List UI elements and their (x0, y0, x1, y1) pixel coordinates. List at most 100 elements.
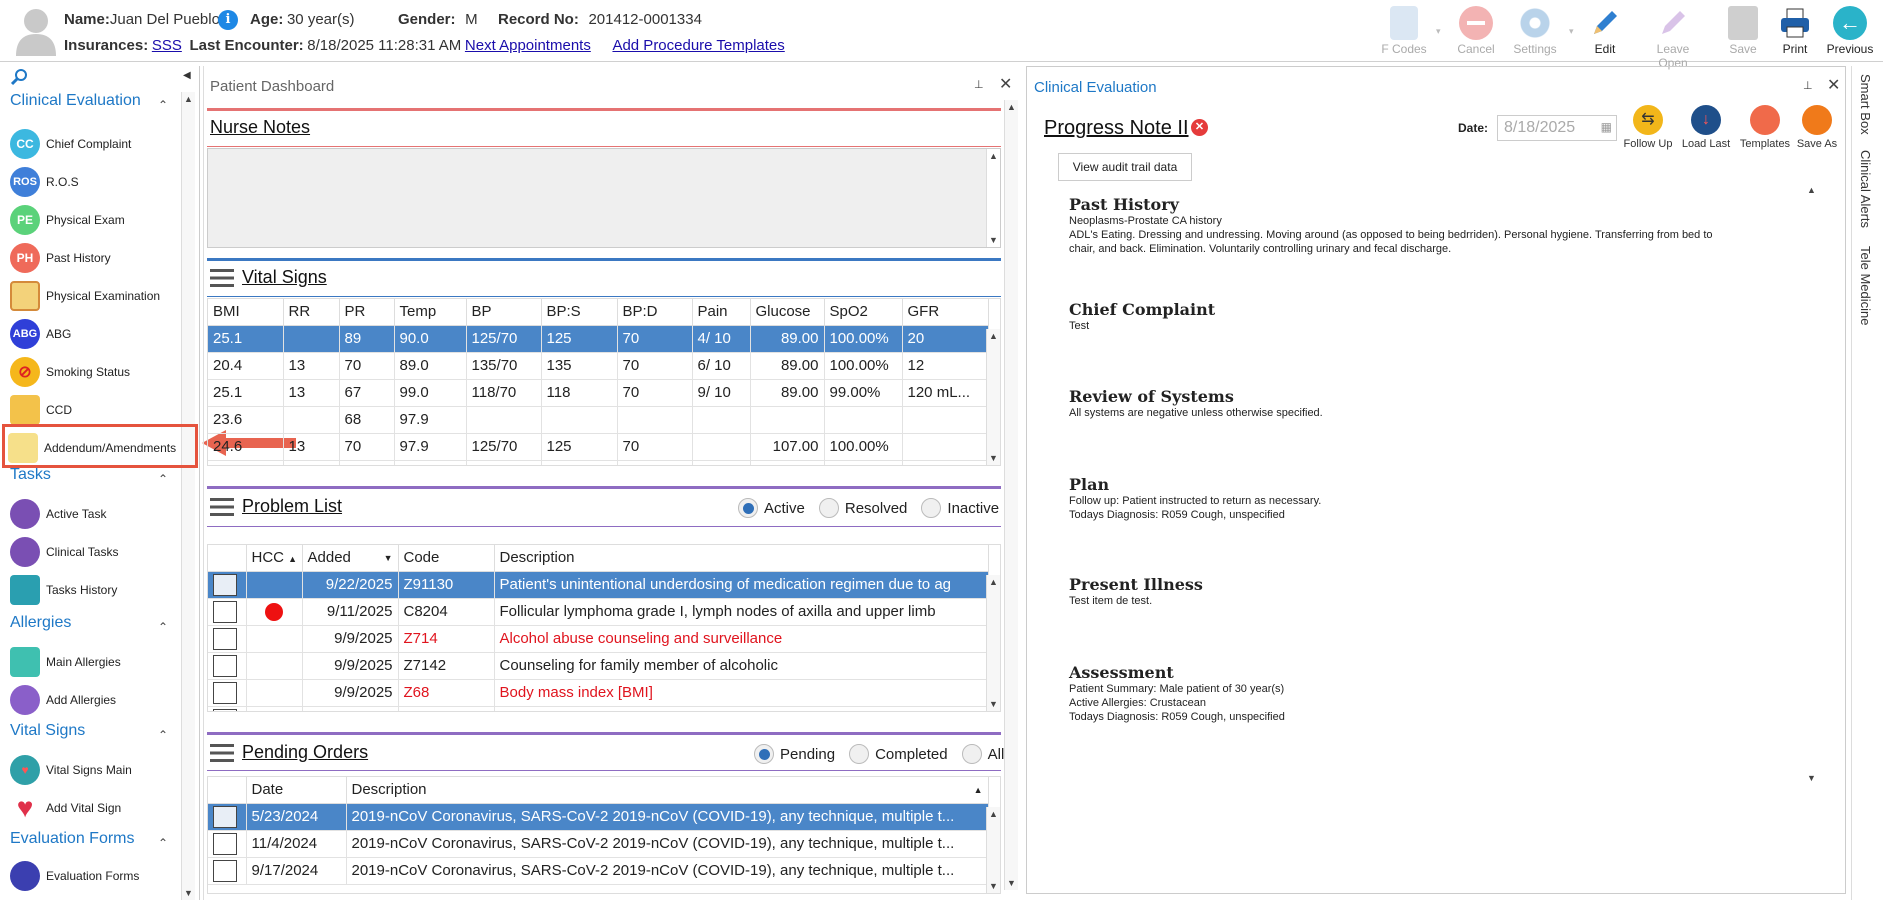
load-last-button[interactable]: ↓ Load Last (1675, 105, 1737, 150)
section-tasks[interactable]: Tasks (10, 466, 51, 484)
table-row[interactable]: 9/9/2025 Z714 Alcohol abuse counseling and… (208, 625, 989, 653)
section-vital-signs[interactable]: Vital Signs (10, 722, 85, 740)
col-date[interactable]: Date (246, 777, 347, 804)
chevron-up-icon[interactable]: ⌃ (158, 836, 168, 850)
col-bp-s[interactable]: BP:S (541, 299, 618, 326)
sidebar-item-clinical-tasks[interactable]: Clinical Tasks (10, 534, 190, 570)
collapse-sidebar-icon[interactable]: ◀ (183, 70, 191, 81)
vitals-scrollbar[interactable]: ▲ ▼ (986, 329, 1000, 465)
col-description[interactable]: Description (494, 545, 989, 572)
table-row[interactable]: 25.1 13 67 99.0 118/70 118 70 9/ 10 89.00 99.00% 1… (208, 379, 989, 407)
row-checkbox[interactable] (208, 803, 247, 831)
tab-smart-box[interactable]: Smart Box (1858, 74, 1873, 135)
remove-note-icon[interactable]: ✕ (1191, 119, 1208, 136)
add-procedure-templates-link[interactable]: Add Procedure Templates (612, 37, 784, 54)
save-as-button[interactable]: Save As (1789, 105, 1845, 150)
checkbox[interactable] (213, 573, 237, 596)
radio-pending[interactable] (754, 744, 774, 764)
checkbox[interactable] (213, 832, 237, 855)
col-code[interactable]: Code (398, 545, 495, 572)
sidebar-item-smoking-status[interactable]: ⊘ Smoking Status (10, 354, 190, 390)
calendar-icon[interactable]: ▦ (1601, 120, 1612, 134)
sidebar-item-ros[interactable]: ROS R.O.S (10, 164, 190, 200)
checkbox[interactable] (213, 859, 237, 882)
insurance-link[interactable]: SSS (152, 37, 182, 54)
table-row[interactable]: 9/17/2024 2019-nCoV Coronavirus, SARS-CoV… (208, 857, 989, 885)
sidebar-item-physical-examination[interactable]: Physical Examination (10, 278, 190, 314)
col-bp[interactable]: BP (466, 299, 542, 326)
col-select[interactable] (208, 777, 247, 804)
radio-resolved[interactable] (818, 498, 839, 518)
col-glucose[interactable]: Glucose (750, 299, 825, 326)
menu-icon[interactable] (210, 498, 234, 517)
chevron-up-icon[interactable]: ⌃ (158, 98, 168, 112)
col-spo2[interactable]: SpO2 (824, 299, 903, 326)
close-icon[interactable]: ✕ (999, 74, 1012, 94)
table-row[interactable]: 9/9/2025 Z68 Body mass index [BMI] (208, 679, 989, 707)
table-row[interactable]: 25.1 89 90.0 125/70 125 70 4/ 10 89.00 100.00% 20 (208, 325, 989, 353)
sidebar-item-ccd[interactable]: CCD (10, 392, 190, 428)
menu-icon[interactable] (210, 269, 234, 288)
row-checkbox[interactable] (208, 652, 247, 680)
table-row[interactable]: 23.6 68 97.9 (208, 406, 989, 434)
sidebar-item-main-allergies[interactable]: Main Allergies (10, 644, 190, 680)
section-allergies[interactable]: Allergies (10, 614, 71, 632)
checkbox[interactable] (213, 654, 237, 677)
chevron-up-icon[interactable]: ⌃ (158, 472, 168, 486)
close-icon[interactable]: ✕ (1827, 75, 1840, 95)
col-bmi[interactable]: BMI (208, 299, 284, 326)
problem-scrollbar[interactable]: ▲ ▼ (986, 575, 1000, 711)
date-field[interactable]: 8/18/2025 ▦ (1497, 115, 1617, 141)
search-icon[interactable] (10, 68, 28, 86)
note-scroll-down-icon[interactable]: ▼ (1807, 773, 1816, 783)
radio-all[interactable] (961, 744, 982, 764)
col-description[interactable]: Description ▲ (346, 777, 989, 804)
sidebar-item-add-allergies[interactable]: Add Allergies (10, 682, 190, 718)
table-row[interactable]: 9/22/2025 Z91130 Patient's unintentional u… (208, 571, 989, 599)
table-row[interactable]: 9/11/2025 C8204 Follicular lymphoma grade … (208, 598, 989, 626)
row-checkbox[interactable] (208, 625, 247, 653)
orders-scrollbar[interactable]: ▲ ▼ (986, 807, 1000, 893)
tab-clinical-alerts[interactable]: Clinical Alerts (1858, 150, 1873, 228)
row-checkbox[interactable] (208, 571, 247, 599)
follow-up-button[interactable]: ⇆ Follow Up (1617, 105, 1679, 150)
col-pr[interactable]: PR (339, 299, 395, 326)
col-gfr[interactable]: GFR (902, 299, 989, 326)
table-row[interactable]: 9/9/2025 Z7142 Counseling for family membe… (208, 652, 989, 680)
section-evaluation-forms[interactable]: Evaluation Forms (10, 830, 135, 848)
edit-button[interactable]: Edit (1575, 4, 1635, 58)
tab-tele-medicine[interactable]: Tele Medicine (1858, 246, 1873, 326)
checkbox[interactable] (213, 805, 237, 828)
sidebar-item-active-task[interactable]: Active Task (10, 496, 190, 532)
col-hcc[interactable]: HCC ▲ (246, 545, 303, 572)
sidebar-item-evaluation-forms[interactable]: Evaluation Forms (10, 858, 190, 894)
col-added[interactable]: Added ▼ (302, 545, 399, 572)
templates-button[interactable]: Templates (1734, 105, 1796, 150)
col-pain[interactable]: Pain (692, 299, 751, 326)
sidebar-item-physical-exam[interactable]: PE Physical Exam (10, 202, 190, 238)
checkbox[interactable] (213, 600, 237, 623)
table-row[interactable]: 20.4 13 70 89.0 135/70 135 70 6/ 10 89.00 100.00%… (208, 352, 989, 380)
row-checkbox[interactable] (208, 679, 247, 707)
table-row[interactable]: 11/4/2024 2019-nCoV Coronavirus, SARS-CoV… (208, 830, 989, 858)
col-select[interactable] (208, 545, 247, 572)
table-row[interactable]: 5/23/2024 2019-nCoV Coronavirus, SARS-CoV… (208, 803, 989, 831)
pin-icon[interactable]: ⊥ (974, 78, 984, 91)
checkbox[interactable] (213, 627, 237, 650)
sidebar-item-past-history[interactable]: PH Past History (10, 240, 190, 276)
checkbox[interactable] (213, 681, 237, 704)
col-bp-d[interactable]: BP:D (617, 299, 693, 326)
radio-completed[interactable] (849, 744, 870, 764)
info-icon[interactable]: i (218, 10, 238, 30)
dashboard-scrollbar[interactable]: ▲ ▼ (1004, 100, 1018, 890)
note-scroll-up-icon[interactable]: ▲ (1807, 185, 1816, 195)
pin-icon[interactable]: ⊥ (1803, 79, 1813, 92)
sidebar-item-tasks-history[interactable]: Tasks History (10, 572, 190, 608)
chevron-up-icon[interactable]: ⌃ (158, 620, 168, 634)
section-clinical-evaluation[interactable]: Clinical Evaluation (10, 92, 141, 110)
previous-button[interactable]: ← Previous (1820, 4, 1880, 58)
menu-icon[interactable] (210, 744, 234, 763)
row-checkbox[interactable] (208, 706, 247, 711)
radio-active[interactable] (738, 498, 758, 518)
table-row[interactable]: 23.6885296.9120/90120900/ 1090.00 (208, 460, 989, 465)
